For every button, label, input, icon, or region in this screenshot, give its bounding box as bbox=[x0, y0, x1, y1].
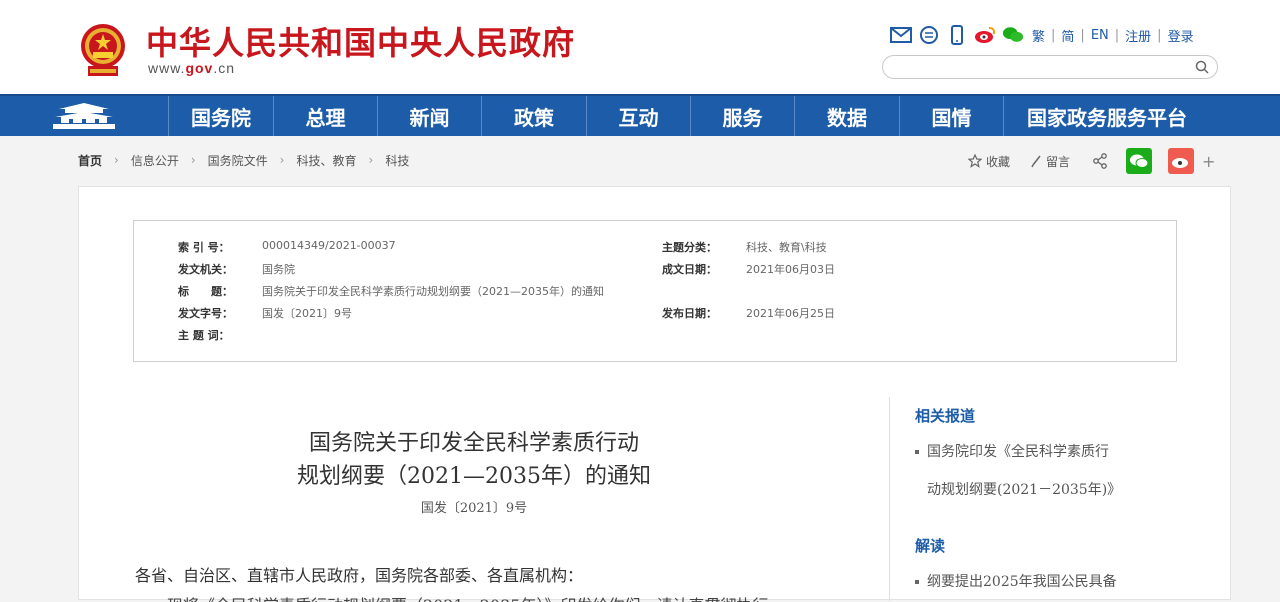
document-info-box: 索 引 号： 000014349/2021-00037 主题分类： 科技、教育\… bbox=[133, 220, 1177, 362]
nav-item-interaction[interactable]: 互动 bbox=[586, 96, 690, 136]
info-row-keywords: 主 题 词： bbox=[178, 327, 638, 343]
breadcrumb-sci[interactable]: 科技 bbox=[385, 152, 409, 169]
sidebar-divider bbox=[889, 397, 890, 601]
weibo-icon[interactable] bbox=[974, 24, 996, 46]
info-row-issuer: 发文机关： 国务院 bbox=[178, 261, 638, 277]
top-toolbar: 繁 | 简 | EN | 注册 | 登录 bbox=[890, 24, 1194, 46]
info-row-title: 标 题： 国务院关于印发全民科学素质行动规划纲要（2021—2035年）的通知 bbox=[178, 283, 1078, 299]
mobile-icon[interactable] bbox=[946, 24, 968, 46]
domain-prefix: www. bbox=[148, 60, 186, 76]
article-title: 国务院关于印发全民科学素质行动 规划纲要（2021—2035年）的通知 bbox=[209, 427, 739, 493]
docno-label: 发文字号： bbox=[178, 307, 233, 320]
breadcrumb-state-council-docs[interactable]: 国务院文件 bbox=[208, 152, 268, 169]
article-title-line2: 规划纲要（2021—2035年）的通知 bbox=[297, 464, 651, 489]
info-row-pubdate: 发布日期： 2021年06月25日 bbox=[662, 305, 1122, 321]
traditional-chinese-link[interactable]: 繁 bbox=[1032, 26, 1045, 45]
nav-home-tiananmen-icon[interactable] bbox=[0, 96, 168, 136]
share-icon[interactable] bbox=[1092, 153, 1112, 169]
favorite-button[interactable]: 收藏 bbox=[968, 153, 1010, 170]
related-reports-heading: 相关报道 bbox=[915, 407, 976, 425]
related-report-line2: 动规划纲要(2021－2035年)》 bbox=[927, 482, 1122, 498]
comment-button[interactable]: 留言 bbox=[1030, 153, 1070, 170]
more-plus-icon[interactable]: + bbox=[1202, 152, 1215, 171]
pen-icon bbox=[1031, 155, 1041, 168]
keywords-label: 主 题 词： bbox=[178, 329, 230, 342]
nav-item-premier[interactable]: 总理 bbox=[273, 96, 377, 136]
bullet-icon bbox=[915, 450, 919, 454]
index-value: 000014349/2021-00037 bbox=[262, 239, 396, 252]
issuer-label: 发文机关： bbox=[178, 263, 233, 276]
mail-icon[interactable] bbox=[890, 24, 912, 46]
chat-bubble-icon[interactable] bbox=[918, 24, 940, 46]
nav-item-policy[interactable]: 政策 bbox=[481, 96, 586, 136]
pubdate-value: 2021年06月25日 bbox=[746, 307, 835, 320]
share-tools: 收藏 留言 + bbox=[968, 148, 1215, 174]
nav-items: 国务院 总理 新闻 政策 互动 服务 数据 国情 国家政务服务平台 bbox=[168, 96, 1210, 136]
nav-item-gov-service-platform[interactable]: 国家政务服务平台 bbox=[1003, 96, 1210, 136]
domain-suffix: .cn bbox=[213, 60, 236, 76]
star-icon bbox=[968, 154, 982, 168]
article-doc-number: 国发〔2021〕9号 bbox=[420, 501, 528, 516]
article-body-line: 现将《全民科学素质行动规划纲要（2021—2035年）》印发给你们，请认真贯彻执… bbox=[167, 592, 867, 602]
issuer-value: 国务院 bbox=[262, 263, 295, 276]
related-report-line1: 国务院印发《全民科学素质行 bbox=[927, 444, 1109, 460]
top-links: 繁 | 简 | EN | 注册 | 登录 bbox=[1032, 26, 1194, 45]
title-value: 国务院关于印发全民科学素质行动规划纲要（2021—2035年）的通知 bbox=[262, 285, 604, 298]
breadcrumb: 首页 › 信息公开 › 国务院文件 › 科技、教育 › 科技 bbox=[78, 150, 409, 170]
login-link[interactable]: 登录 bbox=[1168, 26, 1194, 45]
search-icon[interactable] bbox=[1195, 60, 1209, 74]
content-panel: 索 引 号： 000014349/2021-00037 主题分类： 科技、教育\… bbox=[78, 186, 1231, 602]
national-emblem-icon[interactable] bbox=[78, 22, 128, 78]
interpretation-link[interactable]: 纲要提出2025年我国公民具备 bbox=[915, 563, 1117, 601]
article-title-line1: 国务院关于印发全民科学素质行动 bbox=[308, 431, 639, 456]
interpretation-line: 纲要提出2025年我国公民具备 bbox=[927, 574, 1117, 590]
chevron-right-icon: › bbox=[114, 153, 119, 167]
domain-highlight: gov bbox=[185, 60, 214, 76]
chevron-right-icon: › bbox=[279, 153, 285, 167]
wechat-icon[interactable] bbox=[1002, 24, 1024, 46]
search-input[interactable] bbox=[893, 58, 1183, 76]
bullet-icon bbox=[915, 580, 919, 584]
search-box bbox=[882, 55, 1218, 79]
related-report-link[interactable]: 国务院印发《全民科学素质行 动规划纲要(2021－2035年)》 bbox=[915, 433, 1121, 509]
category-label: 主题分类： bbox=[662, 241, 717, 254]
nav-item-services[interactable]: 服务 bbox=[690, 96, 794, 136]
site-title[interactable]: 中华人民共和国中央人民政府 bbox=[146, 18, 575, 64]
site-domain: www.gov.cn bbox=[148, 60, 235, 76]
info-row-index: 索 引 号： 000014349/2021-00037 bbox=[178, 239, 638, 255]
title-label: 标 题： bbox=[178, 285, 233, 298]
nav-item-national-info[interactable]: 国情 bbox=[899, 96, 1003, 136]
info-row-docno: 发文字号： 国发〔2021〕9号 bbox=[178, 305, 638, 321]
comment-label: 留言 bbox=[1046, 154, 1071, 169]
favorite-label: 收藏 bbox=[986, 154, 1011, 169]
nav-item-state-council[interactable]: 国务院 bbox=[168, 96, 273, 136]
nav-item-news[interactable]: 新闻 bbox=[377, 96, 481, 136]
chevron-right-icon: › bbox=[368, 153, 374, 167]
register-link[interactable]: 注册 bbox=[1125, 26, 1151, 45]
breadcrumb-home[interactable]: 首页 bbox=[78, 152, 102, 169]
index-label: 索 引 号： bbox=[178, 241, 230, 254]
main-nav: 国务院 总理 新闻 政策 互动 服务 数据 国情 国家政务服务平台 bbox=[0, 94, 1280, 136]
simplified-chinese-link[interactable]: 简 bbox=[1061, 26, 1074, 45]
pubdate-label: 发布日期： bbox=[662, 307, 717, 320]
breadcrumb-info-disclosure[interactable]: 信息公开 bbox=[131, 152, 179, 169]
date-value: 2021年06月03日 bbox=[746, 263, 835, 276]
chevron-right-icon: › bbox=[190, 153, 196, 167]
weibo-share-icon[interactable] bbox=[1168, 148, 1195, 174]
info-row-category: 主题分类： 科技、教育\科技 bbox=[662, 239, 1122, 255]
wechat-share-icon[interactable] bbox=[1126, 148, 1153, 174]
date-label: 成文日期： bbox=[662, 263, 717, 276]
site-header: 中华人民共和国中央人民政府 www.gov.cn 繁 | 简 | EN | 注册… bbox=[0, 0, 1280, 94]
info-row-date: 成文日期： 2021年06月03日 bbox=[662, 261, 1122, 277]
interpretation-heading: 解读 bbox=[915, 537, 946, 555]
english-link[interactable]: EN bbox=[1091, 28, 1109, 43]
nav-item-data[interactable]: 数据 bbox=[794, 96, 899, 136]
article-salutation: 各省、自治区、直辖市人民政府，国务院各部委、各直属机构： bbox=[135, 566, 584, 585]
breadcrumb-sci-edu[interactable]: 科技、教育 bbox=[296, 152, 356, 169]
docno-value: 国发〔2021〕9号 bbox=[262, 307, 352, 320]
category-value: 科技、教育\科技 bbox=[746, 241, 827, 254]
